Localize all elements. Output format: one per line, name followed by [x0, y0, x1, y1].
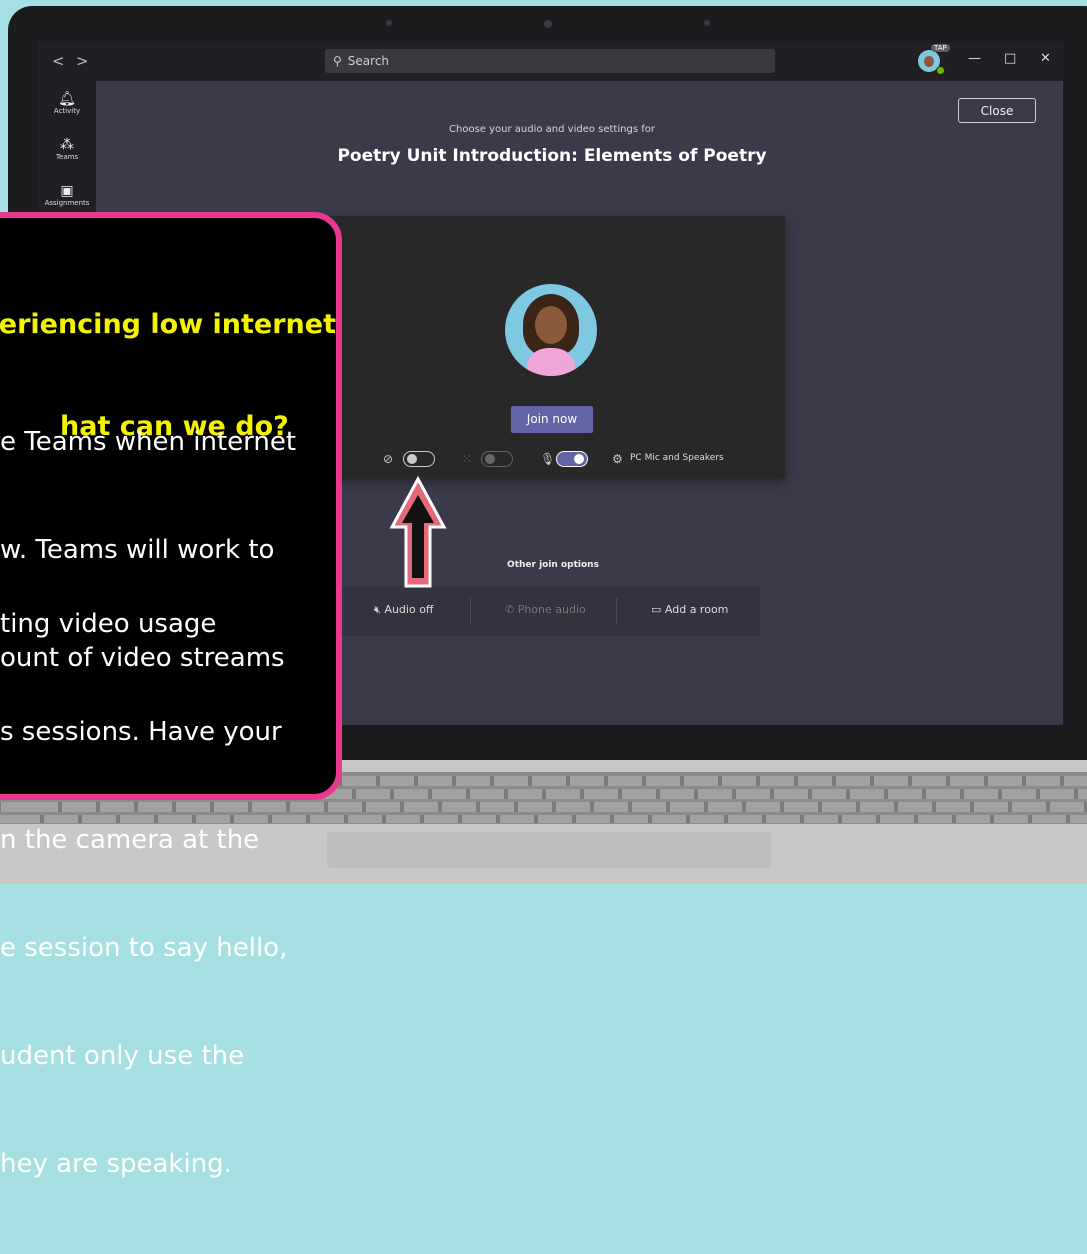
background-blur-toggle[interactable] [481, 451, 513, 467]
callout-line: s sessions. Have your [0, 717, 282, 747]
callout-question-line: eriencing low internet [0, 309, 336, 340]
avatar-badge: TAP [931, 44, 950, 52]
bell-icon: 🔔︎ [58, 91, 76, 107]
rail-item-label: Assignments [44, 199, 90, 207]
callout-paragraph-2: ting video usage s sessions. Have your n… [0, 534, 287, 1254]
rail-item-teams[interactable]: ⁂ Teams [38, 137, 96, 161]
add-room-label: Add a room [664, 603, 729, 616]
rail-item-label: Teams [55, 153, 79, 161]
callout-line: hey are speaking. [0, 1149, 232, 1179]
microphone-icon: 🎙︎ [540, 452, 556, 466]
callout-line: udent only use the [0, 1041, 245, 1071]
device-controls: ⊘ ⁙ 🎙︎ ⚙ PC Mic and Speakers [383, 450, 783, 470]
teams-icon: ⁂ [60, 137, 74, 153]
callout-line: ting video usage [0, 609, 217, 639]
phone-icon: ✆ [505, 603, 515, 616]
back-icon[interactable]: < [52, 52, 65, 70]
background-blur-icon: ⁙ [462, 452, 473, 466]
minimize-button[interactable]: — [968, 51, 981, 66]
assignments-icon: ▣ [60, 183, 74, 199]
camera-toggle[interactable] [403, 451, 435, 467]
settings-gear-icon[interactable]: ⚙ [612, 452, 623, 466]
add-room-option[interactable]: ▭ Add a room [651, 603, 728, 616]
divider [616, 598, 617, 624]
rail-item-label: Activity [53, 107, 81, 115]
webcam-dot [544, 20, 552, 28]
search-placeholder: Search [347, 54, 390, 68]
rail-item-assignments[interactable]: ▣ Assignments [38, 183, 96, 207]
callout-line: e Teams when internet [0, 427, 297, 457]
join-now-button[interactable]: Join now [511, 406, 593, 433]
user-avatar [505, 284, 597, 376]
presence-status-icon [936, 66, 945, 75]
forward-icon[interactable]: > [76, 52, 89, 70]
meeting-title: Poetry Unit Introduction: Elements of Po… [337, 146, 767, 166]
window-close-button[interactable]: ✕ [1040, 51, 1051, 66]
divider [470, 598, 471, 624]
audio-off-label: Audio off [384, 603, 434, 616]
callout-line: e session to say hello, [0, 933, 288, 963]
microphone-toggle[interactable] [556, 451, 588, 467]
search-icon: ⚲ [333, 54, 342, 68]
laptop-trackpad [327, 832, 771, 868]
rail-item-activity[interactable]: 🔔︎ Activity [38, 91, 96, 115]
audio-off-icon: 🔇︎ [374, 603, 381, 616]
device-settings-label[interactable]: PC Mic and Speakers [630, 453, 724, 463]
title-bar: < > ⚲ Search TAP — □ ✕ [38, 42, 1063, 81]
close-button[interactable]: Close [958, 98, 1036, 123]
other-join-options-label: Other join options [507, 560, 599, 570]
sensor-dot [704, 20, 710, 26]
phone-audio-option[interactable]: ✆ Phone audio [505, 603, 586, 616]
tip-callout: eriencing low internet hat can we do? e … [0, 212, 342, 1179]
video-preview: Join now ⊘ ⁙ 🎙︎ ⚙ PC Mic and Speakers [328, 216, 785, 478]
up-arrow-annotation [389, 475, 447, 588]
other-join-options: 🔇︎ Audio off ✆ Phone audio ▭ Add a room [328, 586, 760, 636]
phone-audio-label: Phone audio [517, 603, 586, 616]
camera-off-icon: ⊘ [383, 452, 394, 466]
sensor-dot [386, 20, 392, 26]
room-icon: ▭ [651, 603, 662, 616]
callout-line: n the camera at the [0, 825, 260, 855]
prejoin-subtitle: Choose your audio and video settings for [449, 124, 655, 135]
search-input[interactable]: ⚲ Search [325, 49, 775, 73]
audio-off-option[interactable]: 🔇︎ Audio off [374, 603, 434, 617]
maximize-button[interactable]: □ [1004, 51, 1016, 66]
